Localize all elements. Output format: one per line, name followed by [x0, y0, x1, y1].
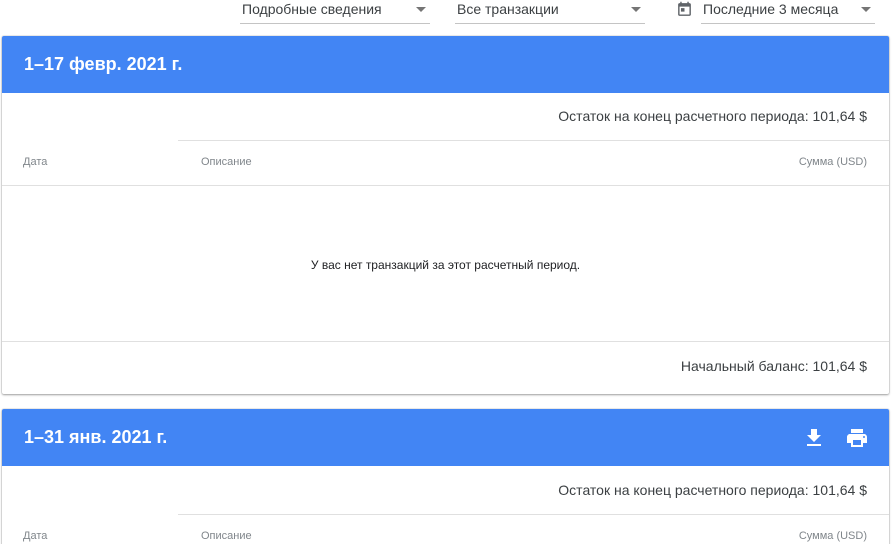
- calendar-icon[interactable]: [676, 1, 693, 18]
- chevron-down-icon: [631, 7, 641, 12]
- view-mode-select[interactable]: Подробные сведения: [240, 0, 430, 24]
- column-header-description: Описание: [201, 156, 252, 168]
- date-range-value: Последние 3 месяца: [703, 1, 839, 17]
- divider: [2, 185, 889, 186]
- statement-header: 1–31 янв. 2021 г.: [2, 409, 889, 466]
- print-icon[interactable]: [845, 426, 869, 450]
- statement-period-title: 1–17 февр. 2021 г.: [24, 54, 183, 74]
- opening-balance-text: Начальный баланс: 101,64 $: [680, 358, 867, 374]
- date-range-select[interactable]: Последние 3 месяца: [701, 0, 875, 24]
- filter-bar: Подробные сведения Все транзакции Послед…: [0, 0, 894, 30]
- column-header-date: Дата: [23, 156, 48, 168]
- divider: [178, 140, 889, 141]
- statement-card-feb: 1–17 февр. 2021 г. Остаток на конец расч…: [2, 36, 889, 394]
- opening-balance-row: Начальный баланс: 101,64 $: [2, 342, 889, 389]
- statement-card-jan: 1–31 янв. 2021 г. Остаток на конец расче…: [2, 409, 889, 544]
- chevron-down-icon: [416, 7, 426, 12]
- view-mode-value: Подробные сведения: [242, 1, 382, 17]
- column-header-description: Описание: [201, 530, 252, 542]
- statement-header: 1–17 февр. 2021 г.: [2, 36, 889, 93]
- column-header-date: Дата: [23, 530, 48, 542]
- download-icon[interactable]: [802, 426, 826, 450]
- empty-transactions-message: У вас нет транзакций за этот расчетный п…: [310, 258, 581, 272]
- transaction-type-select[interactable]: Все транзакции: [455, 0, 645, 24]
- transaction-type-value: Все транзакции: [457, 1, 559, 17]
- closing-balance-text: Остаток на конец расчетного периода: 101…: [558, 482, 867, 498]
- closing-balance-row: Остаток на конец расчетного периода: 101…: [2, 93, 889, 140]
- statement-period-title: 1–31 янв. 2021 г.: [24, 427, 168, 447]
- chevron-down-icon: [861, 7, 871, 12]
- divider: [178, 514, 889, 515]
- column-header-amount: Сумма (USD): [798, 530, 867, 542]
- closing-balance-text: Остаток на конец расчетного периода: 101…: [558, 108, 867, 124]
- column-header-amount: Сумма (USD): [798, 156, 867, 168]
- closing-balance-row: Остаток на конец расчетного периода: 101…: [2, 467, 889, 514]
